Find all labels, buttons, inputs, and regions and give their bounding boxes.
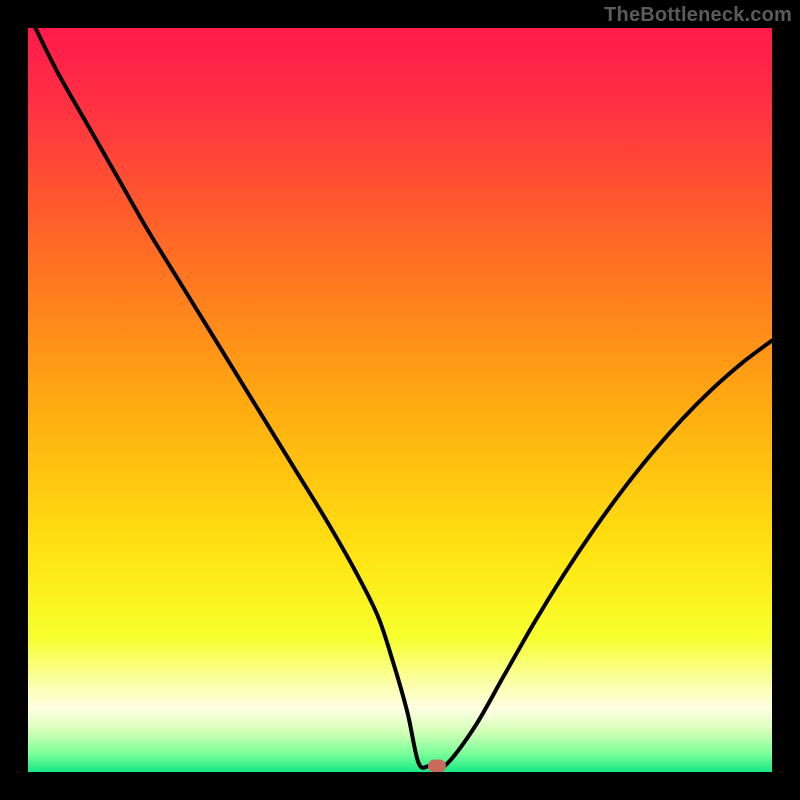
chart-frame: TheBottleneck.com (0, 0, 800, 800)
bottleneck-marker-icon (428, 760, 446, 772)
bottleneck-curve (28, 28, 772, 772)
attribution-text: TheBottleneck.com (604, 4, 792, 27)
plot-area (28, 28, 772, 772)
